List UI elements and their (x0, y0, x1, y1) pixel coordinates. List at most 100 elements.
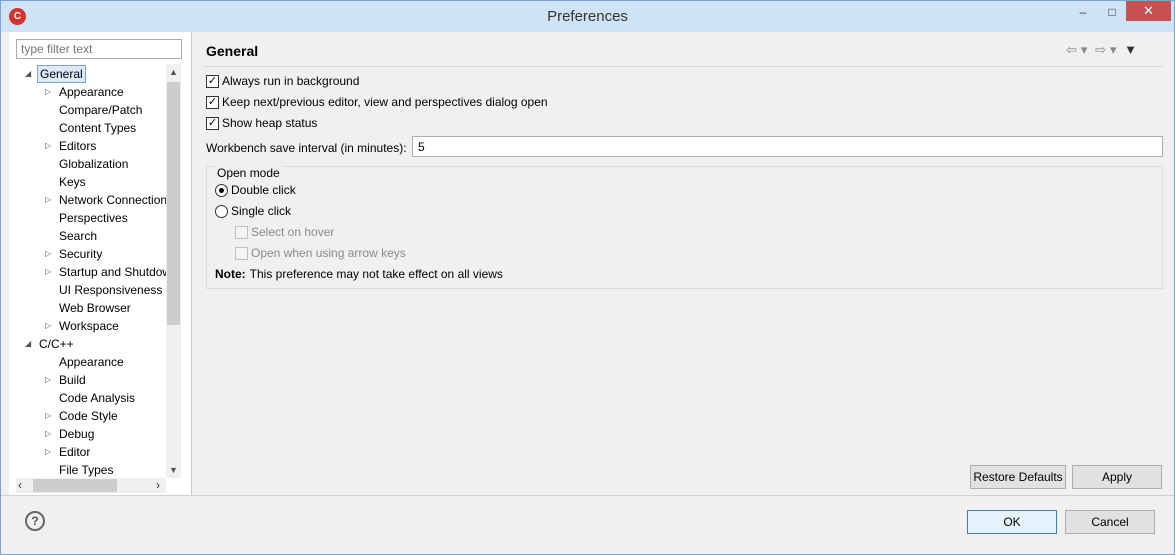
tree-item-label: Compare/Patch (59, 103, 143, 117)
radio-label: Double click (231, 183, 296, 197)
page-title: General (206, 43, 259, 59)
tree-item[interactable]: Perspectives (9, 209, 166, 227)
page-nav-toolbar: ⇦ ▾ ⇨ ▾ ▼ (1066, 42, 1141, 58)
tree-item-label: C/C++ (39, 337, 74, 351)
checkbox-label: Open when using arrow keys (251, 246, 406, 260)
tree-item[interactable]: ▷ Code Style (9, 407, 166, 425)
tree-horizontal-scrollbar[interactable]: ‹ › (16, 478, 166, 493)
view-menu-icon[interactable]: ▼ (1124, 42, 1137, 57)
collapsed-arrow-icon[interactable]: ▷ (45, 371, 55, 389)
scroll-right-icon[interactable]: › (156, 478, 160, 492)
tree-item-label: Code Analysis (59, 391, 136, 405)
title-bar[interactable]: C Preferences – □ ✕ (1, 1, 1174, 32)
collapsed-arrow-icon[interactable]: ▷ (45, 407, 55, 425)
tree-item-label: UI Responsiveness M (59, 283, 166, 297)
radio-label: Single click (231, 204, 292, 218)
scroll-left-icon[interactable]: ‹ (18, 478, 22, 492)
tree-item[interactable]: ▷ Build (9, 371, 166, 389)
tree-item[interactable]: ▷ Security (9, 245, 166, 263)
horizontal-scroll-thumb[interactable] (33, 479, 117, 492)
back-arrow-icon[interactable]: ⇦ (1066, 42, 1077, 58)
preferences-window: C Preferences – □ ✕ ◢General▷AppearanceC… (0, 0, 1175, 555)
tree-item-label: File Types (59, 463, 114, 477)
radio-icon[interactable] (215, 205, 228, 218)
collapsed-arrow-icon[interactable]: ▷ (45, 191, 55, 209)
collapsed-arrow-icon[interactable]: ▷ (45, 83, 55, 101)
tree-item[interactable]: ◢ C/C++ (9, 335, 166, 353)
tree-item[interactable]: Code Analysis (9, 389, 166, 407)
save-interval-input[interactable] (412, 136, 1163, 157)
collapsed-arrow-icon[interactable]: ▷ (45, 317, 55, 335)
scroll-down-icon[interactable]: ▼ (166, 462, 181, 478)
checkbox-icon[interactable]: ✓ (206, 96, 219, 109)
tree-item-label: Perspectives (59, 211, 128, 225)
tree-item-label: Editors (59, 139, 97, 153)
checkbox-icon[interactable]: ✓ (206, 117, 219, 130)
checkbox-label: Keep next/previous editor, view and pers… (222, 95, 548, 109)
tree-item-label: Keys (59, 175, 86, 189)
tree-item-label: General (37, 65, 86, 83)
save-interval-label: Workbench save interval (in minutes): (206, 141, 407, 155)
checkbox-label: Always run in background (222, 74, 360, 88)
tree-item-label: Appearance (59, 355, 124, 369)
tree-item[interactable]: ◢ General (9, 65, 166, 83)
collapsed-arrow-icon[interactable]: ▷ (45, 245, 55, 263)
tree-item[interactable]: ▷ Network Connection (9, 191, 166, 209)
tree-item-label: Content Types (59, 121, 137, 135)
tree-item-label: Code Style (59, 409, 118, 423)
minimize-button[interactable]: – (1073, 2, 1093, 24)
back-menu-chevron-icon[interactable]: ▾ (1081, 42, 1088, 58)
tree-vertical-scrollbar[interactable]: ▲ ▼ (166, 64, 181, 478)
ok-button[interactable]: OK (967, 510, 1057, 534)
tree-item[interactable]: ▷ Debug (9, 425, 166, 443)
tree-item[interactable]: ▷ Editor (9, 443, 166, 461)
radio-icon[interactable] (215, 184, 228, 197)
scroll-thumb[interactable] (167, 82, 180, 325)
expanded-arrow-icon[interactable]: ◢ (25, 65, 35, 83)
tree-item-label: Web Browser (59, 301, 131, 315)
tree-item-label: Security (59, 247, 103, 261)
tree-item[interactable]: ▷ Editors (9, 137, 166, 155)
preference-tree: ◢ General ▷ Appearance Compare/Patch Content … (9, 64, 166, 478)
tree-item-label: Appearance (59, 85, 124, 99)
scroll-up-icon[interactable]: ▲ (166, 64, 181, 80)
restore-defaults-button[interactable]: Restore Defaults (970, 465, 1066, 489)
tree-item[interactable]: Content Types (9, 119, 166, 137)
collapsed-arrow-icon[interactable]: ▷ (45, 137, 55, 155)
tree-item[interactable]: Globalization (9, 155, 166, 173)
preference-tree-panel: ◢General▷AppearanceCompare/PatchContent … (9, 32, 192, 495)
checkbox-icon[interactable]: ✓ (206, 75, 219, 88)
open-mode-group: Open mode Double click Single click Sele… (206, 165, 1163, 289)
cancel-button[interactable]: Cancel (1065, 510, 1155, 534)
tree-item-label: Build (59, 373, 86, 387)
apply-button[interactable]: Apply (1072, 465, 1162, 489)
tree-item[interactable]: Search (9, 227, 166, 245)
collapsed-arrow-icon[interactable]: ▷ (45, 263, 55, 281)
tree-item[interactable]: ▷ Appearance (9, 83, 166, 101)
forward-arrow-icon[interactable]: ⇨ (1095, 42, 1106, 58)
tree-item[interactable]: Appearance (9, 353, 166, 371)
filter-input[interactable] (16, 39, 182, 59)
tree-item[interactable]: UI Responsiveness M (9, 281, 166, 299)
tree-item-label: Debug (59, 427, 95, 441)
general-preference-page: General ⇦ ▾ ⇨ ▾ ▼ ✓ Always run in backgrou… (194, 32, 1169, 495)
checkbox-icon (235, 247, 248, 260)
checkbox-label: Show heap status (222, 116, 318, 130)
tree-item[interactable]: ▷ Workspace (9, 317, 166, 335)
tree-item[interactable]: Compare/Patch (9, 101, 166, 119)
close-button[interactable]: ✕ (1126, 1, 1171, 21)
open-mode-note: Note: This preference may not take effect… (215, 266, 503, 282)
maximize-button[interactable]: □ (1102, 2, 1122, 24)
tree-item[interactable]: File Types (9, 461, 166, 478)
tree-item[interactable]: Web Browser (9, 299, 166, 317)
collapsed-arrow-icon[interactable]: ▷ (45, 425, 55, 443)
collapsed-arrow-icon[interactable]: ▷ (45, 443, 55, 461)
tree-item-label: Editor (59, 445, 91, 459)
tree-item[interactable]: ▷ Startup and Shutdow (9, 263, 166, 281)
tree-item[interactable]: Keys (9, 173, 166, 191)
tree-item-label: Workspace (59, 319, 119, 333)
help-icon[interactable]: ? (25, 511, 45, 531)
expanded-arrow-icon[interactable]: ◢ (25, 335, 35, 353)
forward-menu-chevron-icon[interactable]: ▾ (1110, 42, 1117, 58)
title-separator (202, 66, 1163, 67)
